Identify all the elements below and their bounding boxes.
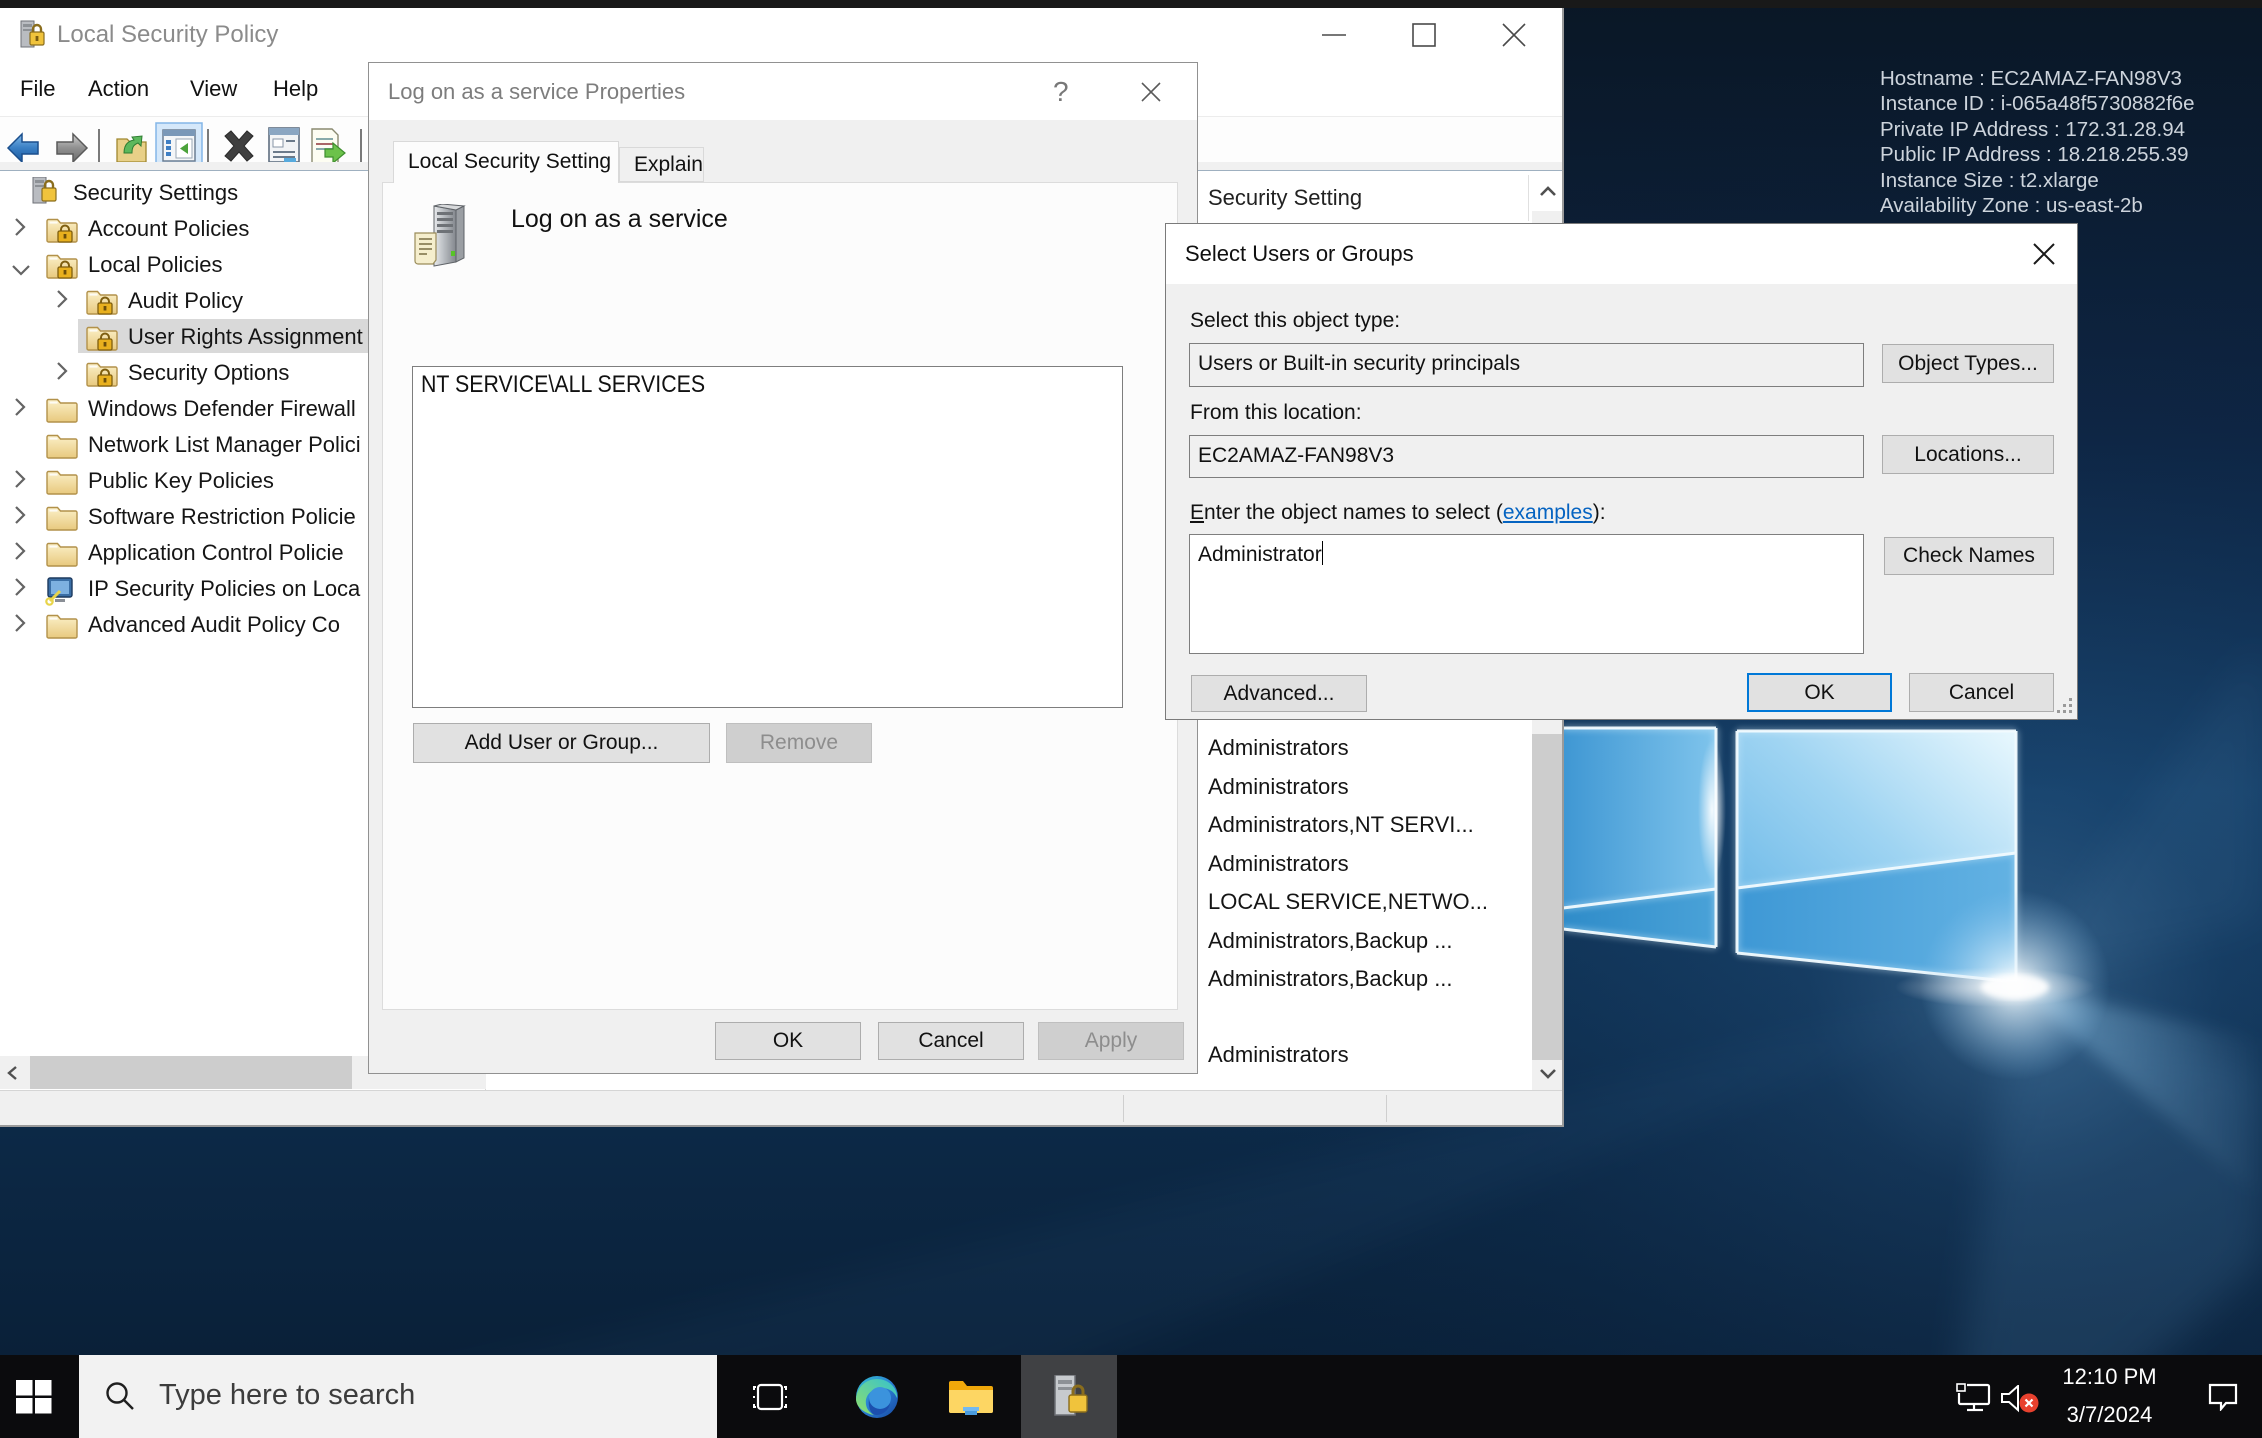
svg-text:?: ?	[1053, 76, 1069, 107]
